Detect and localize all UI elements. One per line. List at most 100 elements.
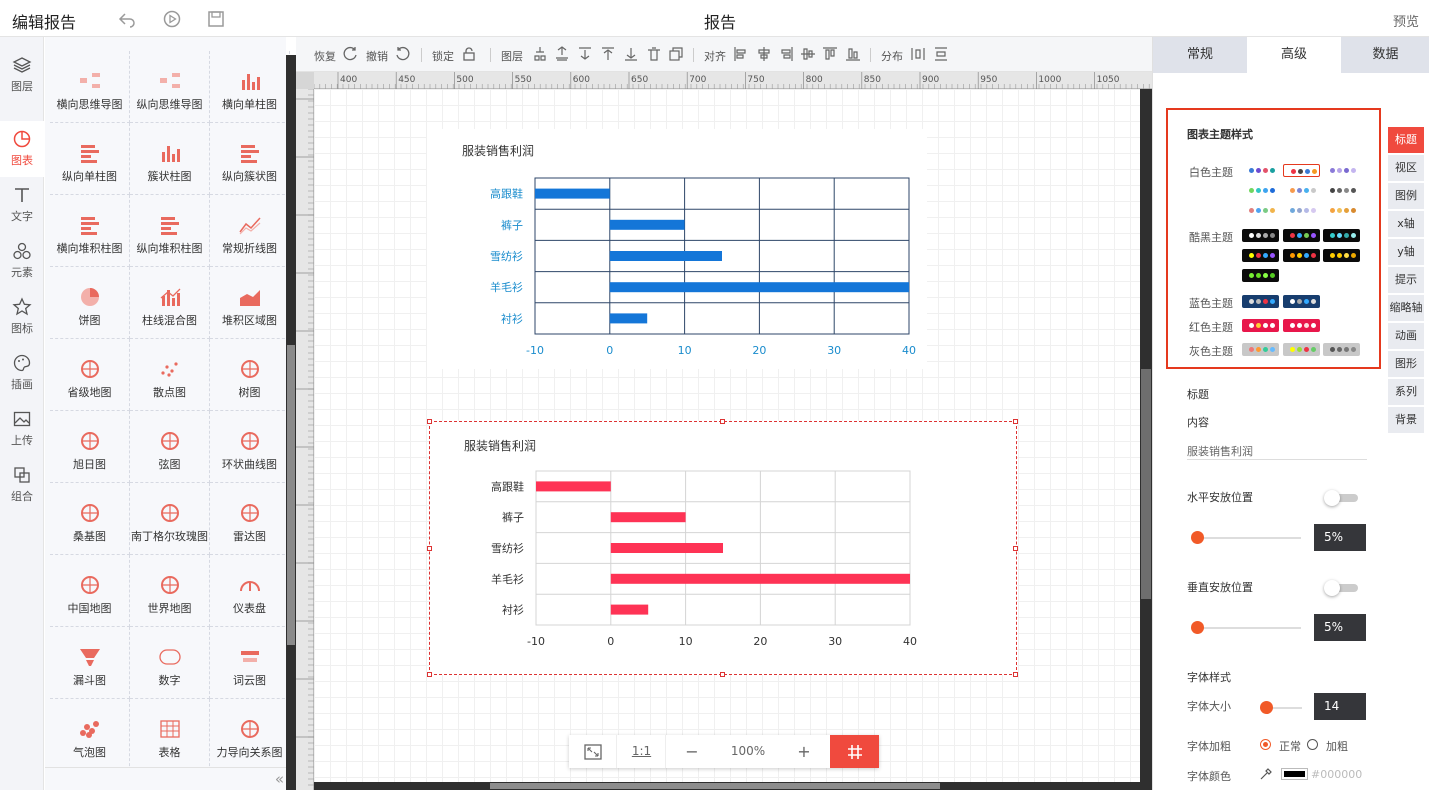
fit-screen-button[interactable] [569,735,617,768]
font-color-value[interactable]: #000000 [1311,768,1362,781]
nav-group[interactable]: 组合 [0,457,44,513]
canvas-h-scrollbar[interactable] [314,782,1140,790]
palette-item-11[interactable]: 柱线混合图 [130,267,210,339]
chart-red-horizontal-bar-selected[interactable]: 服装销售利润 -10 0 10 20 30 40 高跟鞋 裤子 雪纺衫 羊毛衫 衬衫 [429,421,1017,675]
v-pos-value[interactable]: 5% [1314,614,1366,641]
font-size-value[interactable]: 14 [1314,693,1366,720]
resize-handle[interactable] [427,546,432,551]
palette-item-16[interactable]: 旭日图 [50,411,130,483]
tab-general[interactable]: 常规 [1153,37,1247,73]
nav-elements[interactable]: 元素 [0,233,44,289]
theme-swatch-red[interactable] [1283,319,1320,332]
align-center-h-icon[interactable] [756,46,772,62]
theme-swatch-dark[interactable] [1242,269,1279,282]
undo-icon[interactable] [395,46,411,62]
bring-forward-icon[interactable] [532,46,548,62]
move-top-icon[interactable] [600,46,616,62]
palette-item-25[interactable]: 漏斗图 [50,627,130,699]
palette-item-23[interactable]: 世界地图 [130,555,210,627]
nav-text[interactable]: 文字 [0,177,44,233]
palette-item-15[interactable]: 树图 [210,339,290,411]
palette-item-10[interactable]: 饼图 [50,267,130,339]
bar[interactable] [609,282,909,293]
side-tab-11[interactable]: 背景 [1388,407,1424,433]
side-tab-6[interactable]: 提示 [1388,267,1424,293]
bar[interactable] [536,481,611,492]
nav-icons[interactable]: 图标 [0,289,44,345]
palette-item-26[interactable]: 数字 [130,627,210,699]
side-tab-2[interactable]: 视区 [1388,155,1424,181]
collapse-icon[interactable]: « [275,770,284,788]
align-middle-icon[interactable] [800,46,816,62]
v-pos-toggle[interactable] [1324,580,1358,596]
palette-item-24[interactable]: 仪表盘 [210,555,290,627]
h-pos-toggle[interactable] [1324,490,1358,506]
h-pos-value[interactable]: 5% [1314,524,1366,551]
resize-handle[interactable] [720,419,725,424]
palette-scrollbar[interactable] [286,55,296,790]
resize-handle[interactable] [1013,672,1018,677]
palette-item-4[interactable]: 纵向单柱图 [50,123,130,195]
palette-item-6[interactable]: 纵向簇状图 [210,123,290,195]
theme-swatch-white[interactable] [1242,184,1279,197]
side-tab-4[interactable]: x轴 [1388,211,1424,237]
theme-swatch-blue[interactable] [1283,295,1320,308]
palette-item-22[interactable]: 中国地图 [50,555,130,627]
align-bottom-icon[interactable] [845,46,861,62]
nav-charts[interactable]: 图表 [0,121,44,177]
resize-handle[interactable] [427,419,432,424]
bar[interactable] [610,573,910,584]
palette-item-21[interactable]: 雷达图 [210,483,290,555]
palette-item-30[interactable]: 力导向关系图 [210,699,290,771]
zoom-1to1-button[interactable]: 1:1 [618,735,666,768]
theme-swatch-dark[interactable] [1242,249,1279,262]
palette-item-5[interactable]: 簇状柱图 [130,123,210,195]
theme-swatch-red[interactable] [1242,319,1279,332]
weight-normal-radio[interactable] [1260,739,1271,750]
theme-swatch-white[interactable] [1323,184,1360,197]
side-tab-3[interactable]: 图例 [1388,183,1424,209]
palette-item-13[interactable]: 省级地图 [50,339,130,411]
theme-swatch-white[interactable] [1323,204,1360,217]
theme-swatch-white[interactable] [1283,184,1320,197]
nav-upload[interactable]: 上传 [0,401,44,457]
zoom-out-button[interactable]: − [667,735,717,768]
preview-button[interactable]: 预览 [1393,11,1419,30]
save-icon[interactable] [206,9,226,29]
theme-swatch-dark[interactable] [1323,249,1360,262]
h-pos-slider[interactable] [1191,531,1301,544]
resize-handle[interactable] [1013,546,1018,551]
bar[interactable] [610,512,686,523]
align-left-icon[interactable] [733,46,749,62]
theme-swatch-white[interactable] [1242,204,1279,217]
theme-swatch-dark[interactable] [1242,229,1279,242]
resize-handle[interactable] [427,672,432,677]
redo-icon[interactable] [342,46,358,62]
report-canvas[interactable]: 服装销售利润 -10 0 10 20 30 40 高跟鞋 裤子 雪纺衫 羊毛衫 衬衫 服装销售利润 -1… [314,89,1140,782]
side-tab-1[interactable]: 标题 [1388,127,1424,153]
v-pos-slider[interactable] [1191,621,1301,634]
copy-icon[interactable] [668,46,684,62]
palette-item-1[interactable]: 横向思维导图 [50,51,130,123]
palette-item-27[interactable]: 词云图 [210,627,290,699]
play-icon[interactable] [162,9,182,29]
nav-illustrations[interactable]: 插画 [0,345,44,401]
move-bottom-icon[interactable] [623,46,639,62]
align-right-icon[interactable] [778,46,794,62]
palette-item-12[interactable]: 堆积区域图 [210,267,290,339]
palette-item-28[interactable]: 气泡图 [50,699,130,771]
palette-item-8[interactable]: 纵向堆积柱图 [130,195,210,267]
side-tab-5[interactable]: y轴 [1388,239,1424,265]
theme-swatch-white[interactable] [1323,164,1360,177]
palette-item-20[interactable]: 南丁格尔玫瑰图 [130,483,210,555]
bar[interactable] [610,604,649,615]
tab-advanced[interactable]: 高级 [1247,37,1341,73]
palette-item-17[interactable]: 弦图 [130,411,210,483]
palette-item-3[interactable]: 横向单柱图 [210,51,290,123]
weight-bold-radio[interactable] [1307,739,1318,750]
resize-handle[interactable] [720,672,725,677]
theme-swatch-gray[interactable] [1242,343,1279,356]
palette-item-9[interactable]: 常规折线图 [210,195,290,267]
eyedropper-icon[interactable] [1259,767,1273,781]
bar[interactable] [609,219,685,230]
